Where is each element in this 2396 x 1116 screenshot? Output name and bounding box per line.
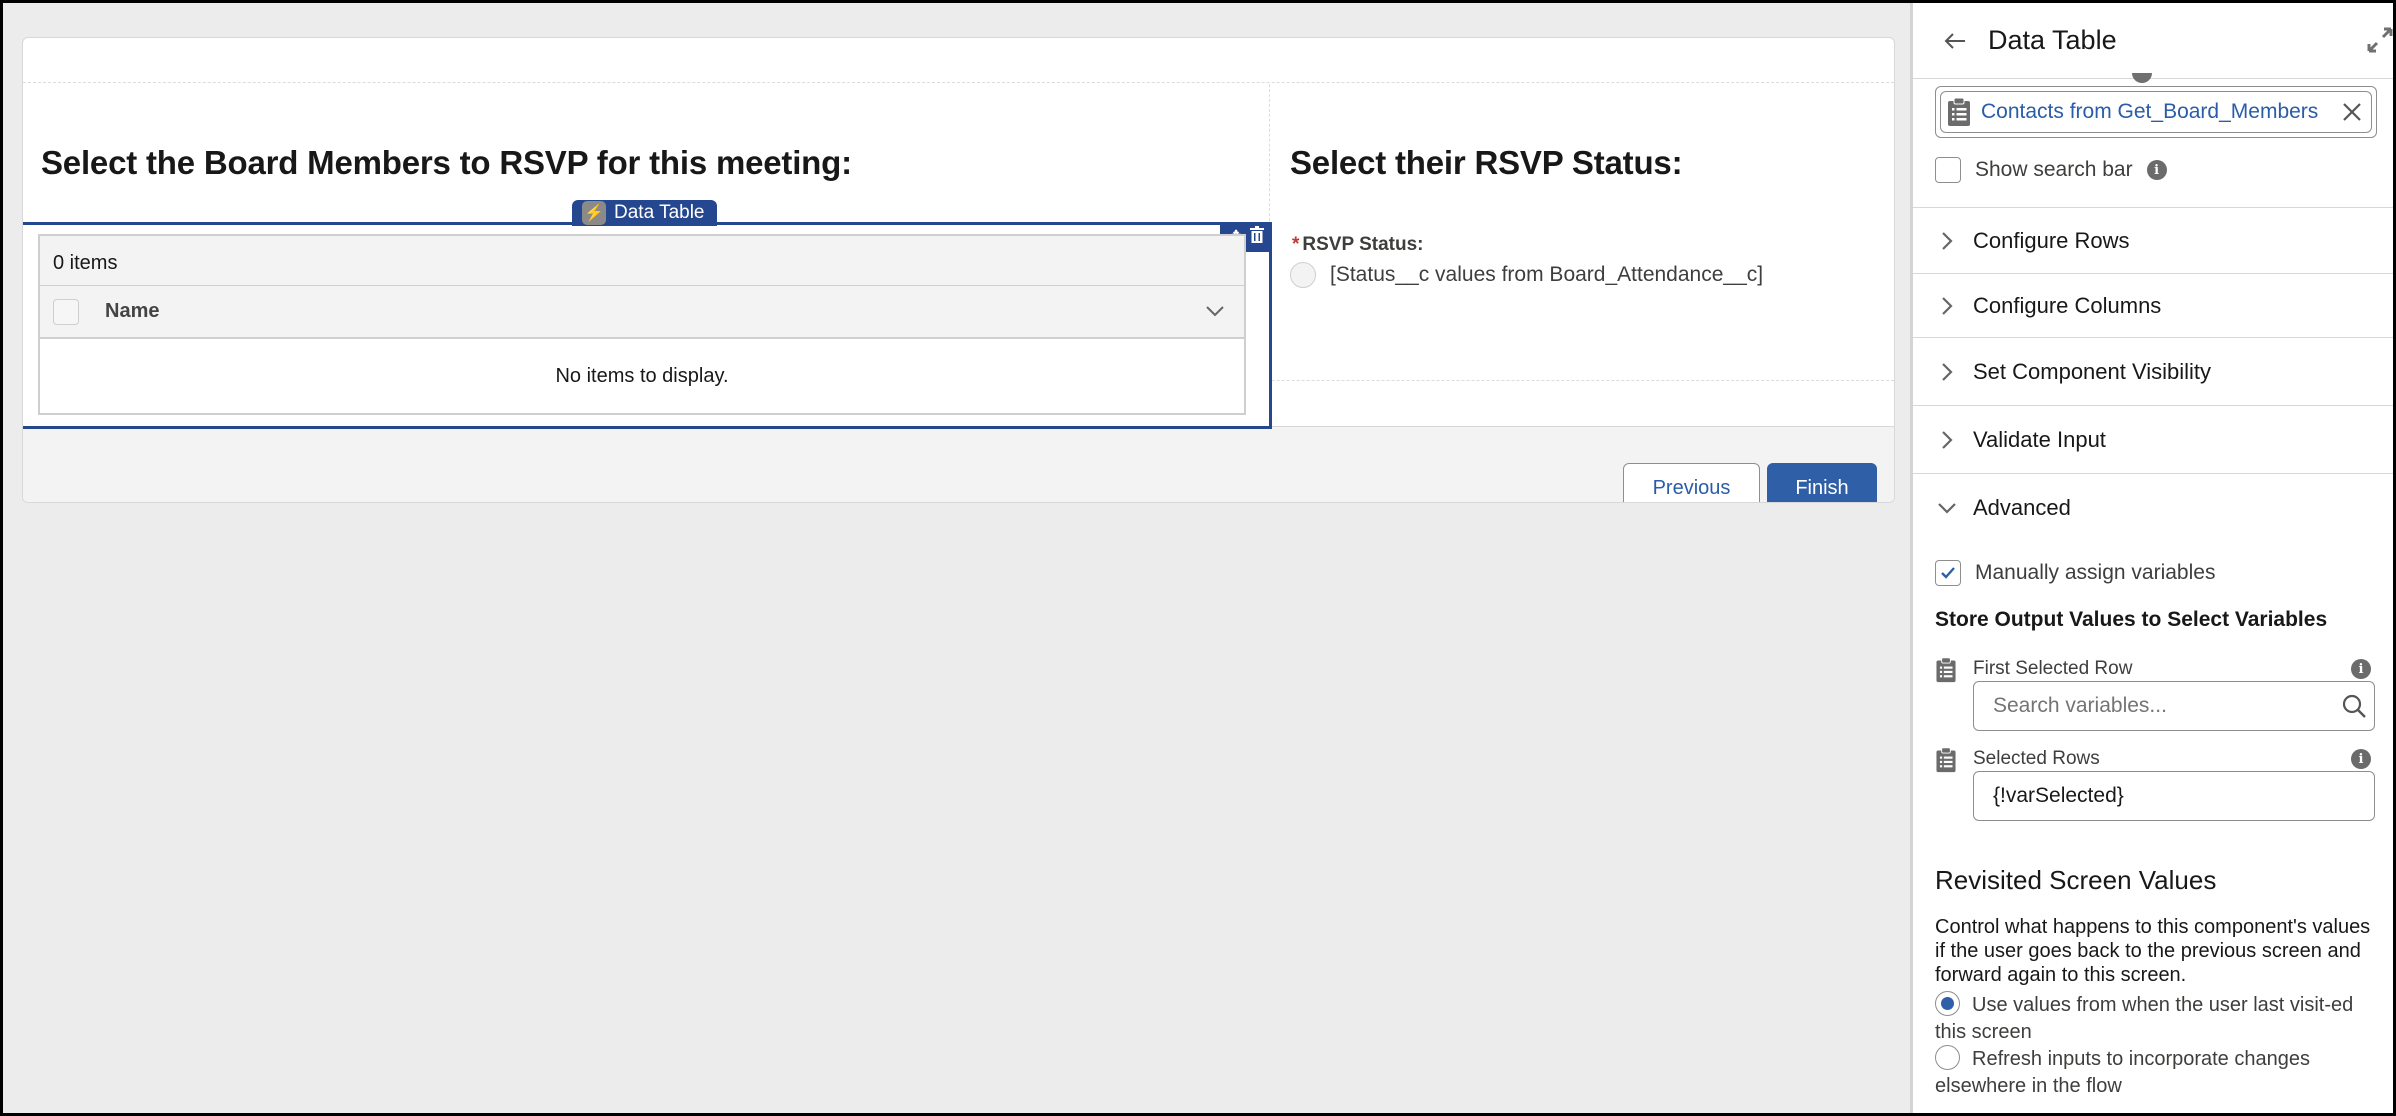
screen-footer: Previous Finish bbox=[23, 426, 1894, 502]
rsvp-status-label: * RSVP Status: bbox=[1292, 234, 1424, 255]
finish-button[interactable]: Finish bbox=[1767, 463, 1877, 502]
app-frame: Select the Board Members to RSVP for thi… bbox=[3, 3, 2393, 1113]
first-selected-row-input[interactable]: Search variables... bbox=[1973, 681, 2375, 731]
show-search-bar-label: Show search bar bbox=[1975, 158, 2133, 181]
data-table-component[interactable]: ✥ 0 items Name No items to display. bbox=[23, 222, 1272, 429]
clipboard-icon bbox=[1948, 97, 1970, 126]
empty-message: No items to display. bbox=[555, 365, 729, 387]
close-icon[interactable] bbox=[2341, 101, 2363, 123]
chevron-right-icon bbox=[1942, 362, 1953, 381]
screen-header bbox=[23, 38, 1894, 83]
manual-assign-option[interactable]: Manually assign variables bbox=[1935, 560, 2215, 586]
revisit-option-refresh[interactable]: Refresh inputs to incorporate changes el… bbox=[1935, 1045, 2375, 1100]
info-icon[interactable]: i bbox=[2146, 160, 2167, 180]
right-column[interactable]: Select their RSVP Status: * RSVP Status: … bbox=[1270, 84, 1894, 380]
revisit-option-use-last[interactable]: Use values from when the user last visit… bbox=[1935, 991, 2375, 1046]
left-column[interactable]: Select the Board Members to RSVP for thi… bbox=[23, 84, 1272, 429]
trash-icon[interactable] bbox=[1249, 225, 1264, 249]
section-validate-input[interactable]: Validate Input bbox=[1913, 405, 2393, 473]
section-configure-rows[interactable]: Configure Rows bbox=[1913, 207, 2393, 273]
first-selected-row-field: First Selected Row i Search variables... bbox=[1935, 655, 2375, 735]
panel-title: Data Table bbox=[1988, 25, 2117, 55]
selected-rows-label: Selected Rows bbox=[1973, 748, 2100, 769]
chevron-down-icon bbox=[1938, 502, 1956, 514]
store-output-title: Store Output Values to Select Variables bbox=[1935, 608, 2328, 631]
manual-assign-checkbox[interactable] bbox=[1935, 560, 1961, 586]
chevron-right-icon bbox=[1942, 231, 1953, 250]
column-header-name[interactable]: Name bbox=[105, 300, 159, 323]
properties-panel: Data Table Contacts from Get_Board_Membe… bbox=[1910, 3, 2393, 1113]
selected-rows-field: Selected Rows i {!varSelected} bbox=[1935, 745, 2375, 825]
previous-button[interactable]: Previous bbox=[1623, 463, 1760, 502]
clipboard-icon bbox=[1936, 657, 1956, 683]
manual-assign-label: Manually assign variables bbox=[1975, 561, 2216, 584]
expand-icon[interactable] bbox=[2367, 27, 2393, 53]
table-header-row: Name bbox=[40, 286, 1244, 339]
scroll-indicator bbox=[2132, 73, 2152, 83]
checkmark-icon bbox=[1941, 567, 1955, 579]
chevron-down-icon[interactable] bbox=[1204, 300, 1226, 322]
rsvp-status-option[interactable]: [Status__c values from Board_Attendance_… bbox=[1290, 262, 1763, 288]
info-icon[interactable]: i bbox=[2351, 659, 2371, 679]
chevron-right-icon bbox=[1942, 296, 1953, 315]
rsvp-radio[interactable] bbox=[1290, 262, 1316, 288]
required-marker: * bbox=[1292, 234, 1300, 255]
panel-header: Data Table bbox=[1913, 3, 2393, 83]
first-selected-row-label: First Selected Row bbox=[1973, 658, 2133, 679]
screen-card: Select the Board Members to RSVP for thi… bbox=[22, 37, 1895, 503]
info-icon[interactable]: i bbox=[2351, 749, 2371, 769]
section-configure-columns[interactable]: Configure Columns bbox=[1913, 273, 2393, 337]
source-pill[interactable]: Contacts from Get_Board_Members bbox=[1940, 91, 2372, 133]
search-icon[interactable] bbox=[2341, 693, 2367, 719]
clipboard-icon bbox=[1936, 747, 1956, 773]
left-section-title: Select the Board Members to RSVP for thi… bbox=[41, 144, 852, 181]
revisit-option-label: Refresh inputs to incorporate changes el… bbox=[1935, 1048, 2310, 1097]
selected-rows-input[interactable]: {!varSelected} bbox=[1973, 771, 2375, 821]
back-arrow-icon[interactable] bbox=[1941, 27, 1969, 55]
radio-selected[interactable] bbox=[1935, 991, 1960, 1016]
lightning-icon: ⚡ bbox=[582, 201, 606, 225]
revisited-values-description: Control what happens to this component's… bbox=[1935, 916, 2371, 986]
chevron-right-icon bbox=[1942, 430, 1953, 449]
flow-canvas: Select the Board Members to RSVP for thi… bbox=[3, 3, 1910, 1113]
revisit-option-label: Use values from when the user last visit… bbox=[1935, 994, 2354, 1043]
data-table-tag-label: Data Table bbox=[614, 202, 705, 223]
source-collection-field[interactable]: Contacts from Get_Board_Members bbox=[1935, 86, 2377, 138]
select-all-checkbox[interactable] bbox=[53, 298, 79, 325]
source-pill-label: Contacts from Get_Board_Members bbox=[1981, 100, 2319, 123]
show-search-bar-option[interactable]: Show search bar i bbox=[1935, 157, 2167, 183]
rsvp-option-label: [Status__c values from Board_Attendance_… bbox=[1330, 263, 1764, 286]
radio-unselected[interactable] bbox=[1935, 1045, 1960, 1070]
data-table-tag: ⚡ Data Table bbox=[572, 200, 717, 226]
data-table: 0 items Name No items to display. bbox=[38, 234, 1246, 415]
revisited-values-title: Revisited Screen Values bbox=[1935, 865, 2217, 895]
section-component-visibility[interactable]: Set Component Visibility bbox=[1913, 337, 2393, 405]
right-section-title: Select their RSVP Status: bbox=[1290, 144, 1683, 181]
section-advanced[interactable]: Advanced bbox=[1913, 473, 2393, 541]
show-search-bar-checkbox[interactable] bbox=[1935, 157, 1961, 183]
item-count: 0 items bbox=[40, 236, 1244, 286]
